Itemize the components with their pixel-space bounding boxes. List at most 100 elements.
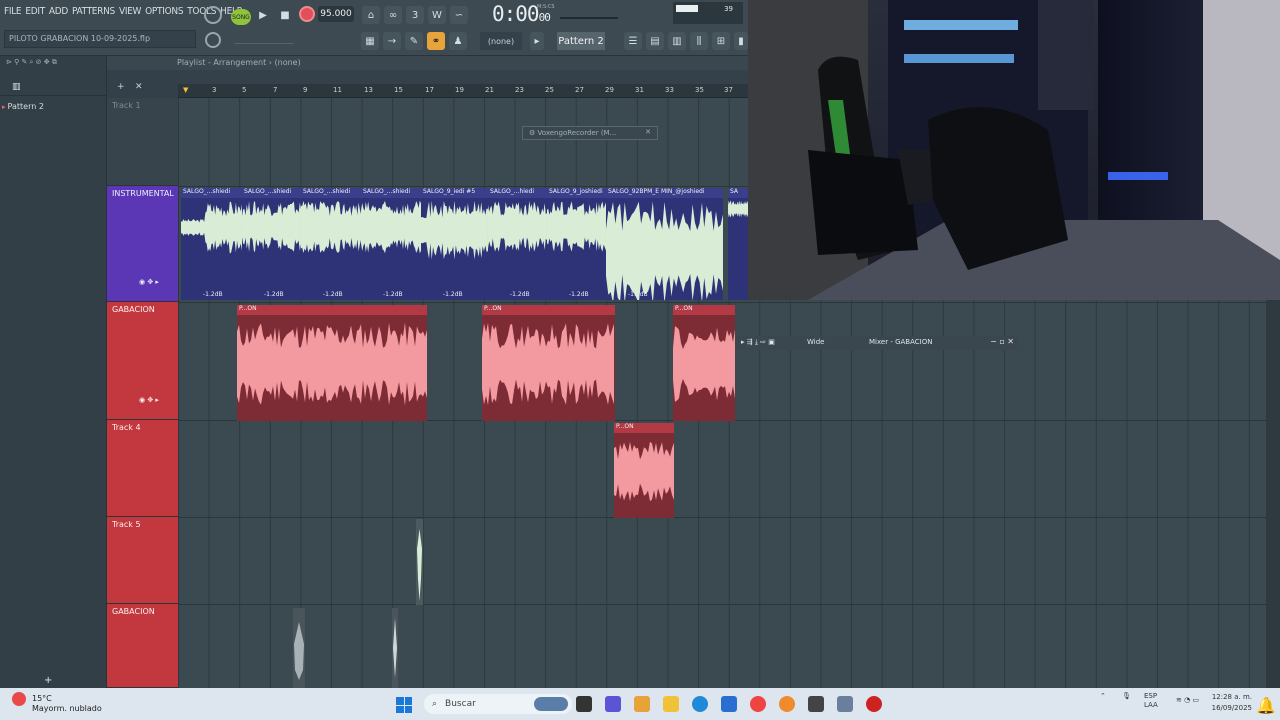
piano-icon[interactable]: ▥	[12, 82, 21, 92]
pattern-selector[interactable]: Pattern 2	[557, 32, 605, 50]
app-icon[interactable]	[866, 696, 882, 712]
fl-studio-icon[interactable]	[779, 696, 795, 712]
track-mute-icon[interactable]: ◉ ✥ ▸	[139, 278, 159, 286]
stamp-icon[interactable]: ♟	[449, 32, 467, 50]
audio-clip[interactable]: SALGO_9_iedi #5 -1.2dB	[421, 188, 488, 300]
audio-clip[interactable]	[416, 519, 423, 605]
channel-rack-icon[interactable]: ▤	[646, 32, 664, 50]
voxengo-recorder-window[interactable]: ⚙ VoxengoRecorder (M... ✕	[522, 126, 658, 140]
file-explorer-icon[interactable]	[663, 696, 679, 712]
system-tray[interactable]: ⌃ 🎙 ESP LAA ≋ ◔ ▭	[1100, 692, 1199, 709]
audio-clip[interactable]: P...ON	[482, 305, 615, 421]
master-pitch-slider[interactable]	[234, 34, 294, 44]
track-header[interactable]: Track 1	[107, 98, 178, 186]
loop-record-icon[interactable]: ∞	[384, 6, 402, 24]
close-icon[interactable]: ✕	[135, 82, 143, 92]
add-track-icon[interactable]: +	[117, 82, 125, 92]
play-icon[interactable]: ▶	[254, 6, 272, 24]
track-header-track5[interactable]: Track 5	[107, 517, 178, 604]
stop-icon[interactable]: ■	[276, 6, 294, 24]
audio-clip[interactable]: SALGO_...shiedi -1.2dB	[301, 188, 361, 300]
track-header-gabacion-2[interactable]: GABACION	[107, 604, 178, 688]
piano-roll-window-icon[interactable]: ▥	[668, 32, 686, 50]
pattern-target-select[interactable]: (none)	[480, 32, 522, 50]
track-mute-icon[interactable]: ◉ ✥ ▸	[139, 396, 159, 404]
teams-icon[interactable]	[605, 696, 621, 712]
audio-clip[interactable]: P...ON	[614, 423, 674, 518]
audio-clip[interactable]: P...ON	[237, 305, 427, 421]
record-button[interactable]	[299, 6, 315, 22]
playlist-icon[interactable]: ☰	[624, 32, 642, 50]
track-header-track4[interactable]: Track 4	[107, 420, 178, 517]
ruler-mark: 11	[333, 86, 342, 94]
tap-tempo-icon[interactable]: ⌂	[362, 6, 380, 24]
plugin-db-icon[interactable]: ▮	[734, 32, 748, 50]
draw-tool-icon[interactable]: ✎	[405, 32, 423, 50]
notification-icon[interactable]: 🔔	[1256, 696, 1276, 715]
menu-add[interactable]: ADD	[49, 6, 68, 17]
gear-icon[interactable]: ⚙	[529, 129, 535, 137]
edge-icon[interactable]	[692, 696, 708, 712]
mic-icon[interactable]: 🎙	[1122, 692, 1131, 700]
playhead-icon[interactable]: ▼	[183, 86, 188, 94]
network-volume-icon[interactable]: ≋ ◔ ▭	[1176, 696, 1199, 704]
windows-start-icon[interactable]	[396, 697, 412, 713]
taskbar-search[interactable]: ⌕ Buscar	[424, 694, 572, 714]
browser-panel: ⊳ ⚲ ✎ ⌕ ⊘ ✥ ⧉ ▥ ▸ Pattern 2 +	[0, 56, 107, 688]
mixer-icon[interactable]: ⫼	[690, 32, 708, 50]
menu-edit[interactable]: EDIT	[25, 6, 45, 17]
playlist-arrangement[interactable]: (none)	[275, 58, 301, 67]
audio-clip[interactable]	[392, 608, 398, 688]
song-mode-toggle[interactable]: SONG	[231, 9, 251, 25]
menu-options[interactable]: OPTIONS	[145, 6, 183, 17]
vertical-scrollbar[interactable]	[1266, 300, 1280, 688]
audio-clip[interactable]: SALGO_9_joshiedi -1.2dB	[547, 188, 606, 300]
mixer-window-header[interactable]: ▸ ⇶ ⤓ ⇨ ▣ Wide Mixer - GABACION − ▫ ✕	[735, 336, 1017, 350]
piano-roll-icon[interactable]: ▦	[361, 32, 379, 50]
blend-notes-icon[interactable]: ∽	[450, 6, 468, 24]
link-icon[interactable]: ⚭	[427, 32, 445, 50]
track-header-instrumental[interactable]: INSTRUMENTAL ◉ ✥ ▸	[107, 186, 178, 302]
mixer-mode[interactable]: Wide	[807, 338, 824, 346]
chevron-up-icon[interactable]: ⌃	[1100, 692, 1106, 700]
clip-label: SALGO_...shiedi	[242, 188, 301, 198]
audio-clip[interactable]: SA	[728, 188, 748, 300]
browser-item-pattern[interactable]: ▸ Pattern 2	[2, 102, 44, 111]
copilot-icon[interactable]	[634, 696, 650, 712]
task-view-icon[interactable]	[576, 696, 592, 712]
audio-clip[interactable]: SALGO_...shiedi -1.2dB	[181, 188, 242, 300]
clip-gain-label: -1.2dB	[323, 291, 343, 298]
taskbar-clock[interactable]: 12:28 a. m. 16/09/2025	[1208, 692, 1252, 714]
mixer-tools-icon[interactable]: ▸ ⇶ ⤓ ⇨ ▣	[741, 338, 775, 346]
arrow-right-icon[interactable]: →	[383, 32, 401, 50]
playlist-scrollbar[interactable]	[178, 70, 748, 84]
language-indicator[interactable]: ESP LAA	[1144, 692, 1158, 710]
weather-widget[interactable]: 15°C Mayorm. nublado	[12, 692, 102, 713]
audio-clip[interactable]: SALGO_...shiedi -1.2dB	[242, 188, 301, 300]
menu-view[interactable]: VIEW	[119, 6, 141, 17]
close-icon[interactable]: ✕	[645, 128, 651, 136]
app-icon[interactable]	[837, 696, 853, 712]
audio-clip[interactable]: SALGO_...hiedi -1.2dB	[488, 188, 547, 300]
add-icon[interactable]: +	[44, 675, 52, 686]
master-volume-knob-icon[interactable]	[205, 32, 221, 48]
tempo-display[interactable]: 95.000	[318, 6, 354, 22]
window-controls[interactable]: − ▫ ✕	[990, 337, 1014, 346]
step-edit-icon[interactable]: W	[428, 6, 446, 24]
audio-clip[interactable]: P...ON	[673, 305, 735, 421]
pattern-prev-icon[interactable]: ▸	[530, 32, 544, 50]
menu-patterns[interactable]: PATTERNS	[72, 6, 115, 17]
app-icon[interactable]	[808, 696, 824, 712]
timeline-ruler[interactable]: ▼ 3 5 7 9 11 13 15 17 19 21 23 25 27 29 …	[178, 84, 748, 98]
audio-clip[interactable]: SALGO_...shiedi -1.2dB	[361, 188, 421, 300]
menu-file[interactable]: FILE	[4, 6, 22, 17]
countdown-icon[interactable]: 3	[406, 6, 424, 24]
store-icon[interactable]	[721, 696, 737, 712]
audio-clip[interactable]	[293, 608, 305, 688]
browser-icon[interactable]: ⊞	[712, 32, 730, 50]
browser-tabs[interactable]: ▥	[0, 80, 107, 96]
metronome-knob-icon[interactable]	[204, 6, 222, 24]
audio-clip[interactable]: SALGO_92BPM_E MIN_@joshiedi -1.2dB	[606, 188, 723, 300]
track-header-gabacion[interactable]: GABACION ◉ ✥ ▸	[107, 302, 178, 420]
chrome-icon[interactable]	[750, 696, 766, 712]
